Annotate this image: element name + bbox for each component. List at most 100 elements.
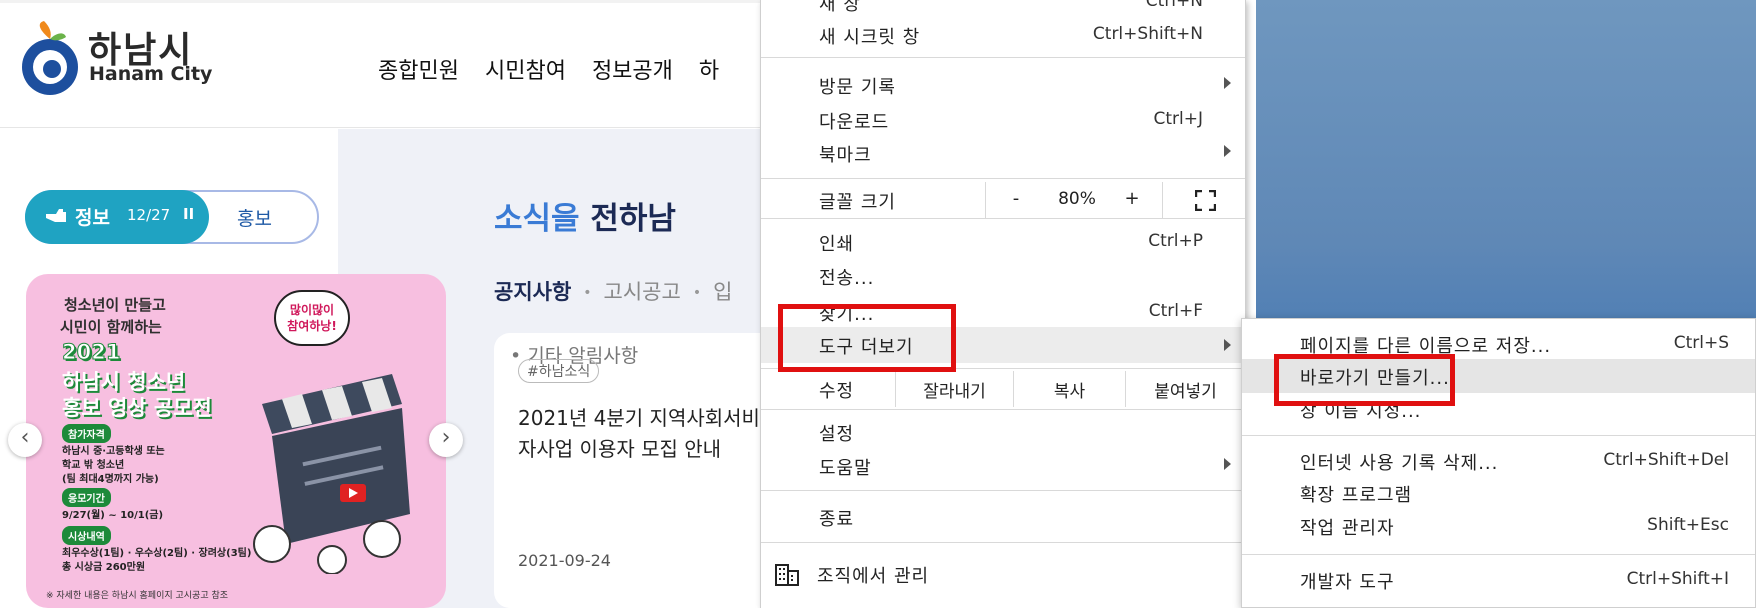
promo-banner[interactable]: 청소년이 만들고 시민이 함께하는 2021 하남시 청소년 홍보 영상 공모전… <box>26 274 446 608</box>
menu-item-settings[interactable]: 설정 <box>761 416 1245 448</box>
paste-button[interactable]: 붙여넣기 <box>1125 371 1245 407</box>
menu-item-exit[interactable]: 종료 <box>761 501 1245 533</box>
fullscreen-icon <box>1195 190 1216 211</box>
news-title-accent: 소식을 <box>494 201 580 237</box>
menu-separator <box>1242 554 1755 555</box>
menu-label: 도움말 <box>819 458 872 479</box>
tab-separator: • <box>583 285 592 301</box>
toggle-promo-tab[interactable]: 홍보 <box>237 204 272 231</box>
news-card[interactable]: • 기타 알림사항 #하남소식 2021년 4분기 지역사회서비 자사업 이용자… <box>494 333 794 608</box>
menu-label: 확장 프로그램 <box>1300 485 1413 506</box>
info-promo-toggle: 정보 12/27 II 홍보 <box>25 190 319 244</box>
menu-shortcut: Ctrl+Shift+Del <box>1603 450 1729 470</box>
submenu-arrow-icon <box>1224 145 1231 157</box>
menu-label: 글꼴 크기 <box>819 192 896 213</box>
menu-label: 새 창 <box>819 0 861 15</box>
copy-button[interactable]: 복사 <box>1013 371 1125 407</box>
submenu-arrow-icon <box>1224 458 1231 470</box>
menu-separator <box>761 178 1245 179</box>
zoom-controls: - 80% + <box>985 182 1245 218</box>
menu-label: 북마크 <box>819 145 872 166</box>
speech-bubble: 많이많이 참여하낭! <box>274 290 350 346</box>
menu-label: 설정 <box>819 424 855 445</box>
nav-item-participation[interactable]: 시민참여 <box>485 53 566 85</box>
news-tabs: 공지사항 • 고시공고 • 입 <box>494 276 732 306</box>
banner-prev-button[interactable]: ‹ <box>8 423 42 457</box>
banner-tag-eligibility: 참가자격 <box>62 424 111 443</box>
menu-label: 개발자 도구 <box>1300 572 1395 593</box>
menu-separator <box>761 542 1245 543</box>
nav-item-disclosure[interactable]: 정보공개 <box>592 53 673 85</box>
toggle-info-tab[interactable]: 정보 12/27 II <box>25 190 209 244</box>
banner-title-line1: 청소년이 만들고 <box>64 296 166 314</box>
banner-tag-awards: 시상내역 <box>62 526 111 545</box>
banner-tag-period: 응모기간 <box>62 488 111 507</box>
zoom-level: 80% <box>1058 189 1096 209</box>
menu-label: 새 시크릿 창 <box>819 27 921 48</box>
menu-item-new-window[interactable]: 새 창 Ctrl+N <box>761 0 1245 18</box>
submenu-item-clear-data[interactable]: 인터넷 사용 기록 삭제... Ctrl+Shift+Del <box>1242 444 1755 476</box>
menu-item-incognito[interactable]: 새 시크릿 창 Ctrl+Shift+N <box>761 19 1245 51</box>
menu-separator <box>761 409 1245 410</box>
cut-button[interactable]: 잘라내기 <box>895 371 1013 407</box>
submenu-item-task-manager[interactable]: 작업 관리자 Shift+Esc <box>1242 509 1755 541</box>
slide-counter: 12/27 <box>127 206 171 224</box>
tab-notices[interactable]: 공지사항 <box>494 280 571 304</box>
menu-separator <box>761 218 1245 219</box>
speech-bubble-text: 많이많이 참여하낭! <box>287 303 337 333</box>
nav-item-partial[interactable]: 하 <box>699 53 719 85</box>
menu-shortcut: Ctrl+S <box>1673 333 1729 353</box>
pointing-hand-icon <box>46 209 66 222</box>
tab-public-notices[interactable]: 고시공고 <box>604 280 681 304</box>
banner-next-button[interactable]: › <box>429 423 463 457</box>
menu-shortcut: Ctrl+F <box>1148 301 1203 321</box>
zoom-out-button[interactable]: - <box>1006 188 1026 209</box>
menu-shortcut: Ctrl+N <box>1145 0 1203 11</box>
banner-note: ※ 자세한 내용은 하남시 홈페이지 고시공고 참조 <box>46 591 229 601</box>
menu-item-managed-by-org[interactable]: 조직에서 관리 <box>761 556 1245 596</box>
highlight-box-create-shortcut <box>1274 354 1455 406</box>
menu-label: 방문 기록 <box>819 77 896 98</box>
menu-separator <box>761 57 1245 58</box>
menu-label: 인쇄 <box>819 234 855 255</box>
menu-label: 종료 <box>819 509 855 530</box>
menu-item-help[interactable]: 도움말 <box>761 450 1245 482</box>
menu-item-cast[interactable]: 전송... <box>761 260 1245 292</box>
menu-label: 다운로드 <box>819 112 890 133</box>
main-nav: 종합민원 시민참여 정보공개 하 <box>378 53 719 85</box>
nav-item-civil-service[interactable]: 종합민원 <box>378 53 459 85</box>
menu-item-bookmarks[interactable]: 북마크 <box>761 137 1245 169</box>
banner-line4: 9/27(월) ~ 10/1(금) <box>62 510 164 521</box>
news-card-title[interactable]: 2021년 4분기 지역사회서비 자사업 이용자 모집 안내 <box>518 403 768 465</box>
chevron-right-icon: › <box>441 425 451 450</box>
tab-separator: • <box>692 285 702 301</box>
menu-item-print[interactable]: 인쇄 Ctrl+P <box>761 226 1245 258</box>
news-title-rest: 전하남 <box>579 201 676 237</box>
menu-edit-row: 수정 잘라내기 복사 붙여넣기 <box>761 371 1245 407</box>
menu-separator <box>1242 435 1755 436</box>
zoom-in-button[interactable]: + <box>1122 188 1142 209</box>
news-section-title: 소식을 전하남 <box>494 193 676 238</box>
menu-item-downloads[interactable]: 다운로드 Ctrl+J <box>761 104 1245 136</box>
menu-shortcut: Shift+Esc <box>1647 515 1729 535</box>
menu-label: 전송... <box>819 268 875 289</box>
submenu-item-dev-tools[interactable]: 개발자 도구 Ctrl+Shift+I <box>1242 563 1755 595</box>
banner-line2: 학교 밖 청소년 <box>62 460 125 471</box>
clapperboard-icon <box>253 374 410 574</box>
menu-label: 작업 관리자 <box>1300 518 1395 539</box>
submenu-arrow-icon <box>1224 339 1231 351</box>
menu-shortcut: Ctrl+J <box>1153 109 1203 129</box>
menu-separator <box>761 490 1245 491</box>
banner-line1: 하남시 중·고등학생 또는 <box>62 446 165 457</box>
menu-label: 인터넷 사용 기록 삭제... <box>1300 453 1499 474</box>
fullscreen-button[interactable] <box>1162 182 1246 218</box>
building-icon <box>775 564 799 586</box>
pause-icon[interactable]: II <box>183 205 194 223</box>
banner-content: 청소년이 만들고 시민이 함께하는 2021 하남시 청소년 홍보 영상 공모전… <box>26 274 446 608</box>
submenu-item-extensions[interactable]: 확장 프로그램 <box>1242 476 1755 508</box>
logo-english-name: Hanam City <box>89 63 213 85</box>
tab-partial[interactable]: 입 <box>713 280 732 304</box>
menu-item-history[interactable]: 방문 기록 <box>761 69 1245 101</box>
menu-label: 조직에서 관리 <box>817 566 930 587</box>
news-card-hashtag[interactable]: #하남소식 <box>518 359 600 383</box>
